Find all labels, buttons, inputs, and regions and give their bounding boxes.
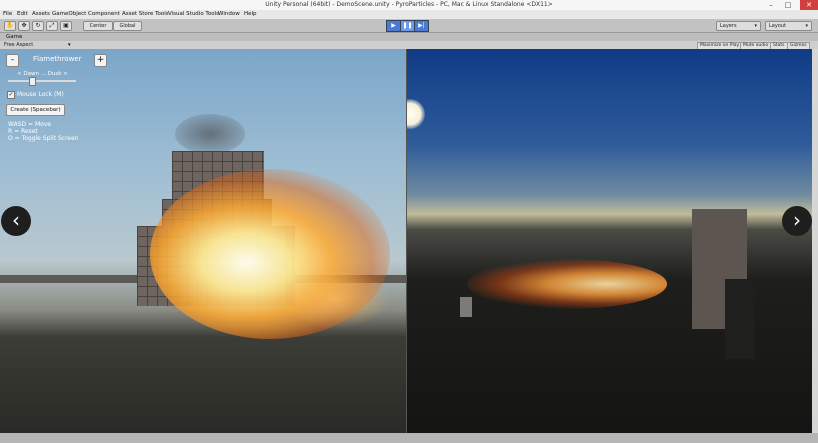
global-local-toggle[interactable]: Global (113, 21, 142, 31)
time-of-day-label: < Dawn ... Dusk > (17, 71, 68, 77)
pause-button[interactable]: ❚❚ (400, 20, 415, 32)
create-button[interactable]: Create (Spacebar) (6, 104, 65, 116)
play-icon: ▶ (391, 22, 396, 29)
menu-window[interactable]: Window (218, 10, 240, 19)
help-split-screen: O = Toggle Split Screen (8, 135, 79, 142)
window-title-bar: Unity Personal (64bit) - DemoScene.unity… (0, 0, 818, 10)
layers-dropdown[interactable]: Layers ▾ (716, 21, 761, 31)
step-icon: ▶| (418, 22, 425, 29)
play-button[interactable]: ▶ (386, 20, 401, 32)
layout-label: Layout (769, 23, 786, 29)
menu-visual-studio-tools[interactable]: Visual Studio Tools (168, 10, 219, 19)
menu-asset-store-tools[interactable]: Asset Store Tools (122, 10, 169, 19)
emitter-object (460, 297, 472, 317)
sun (407, 99, 425, 129)
tab-game[interactable]: Game (6, 33, 22, 41)
next-image-button[interactable]: › (782, 206, 812, 236)
prev-image-button[interactable]: ‹ (1, 206, 31, 236)
scrollbar[interactable] (812, 49, 818, 433)
effect-name: Flamethrower (33, 55, 82, 63)
menu-file[interactable]: File (3, 10, 12, 19)
chevron-down-icon: ▾ (805, 23, 808, 29)
pivot-center-toggle[interactable]: Center (83, 21, 113, 31)
menu-edit[interactable]: Edit (17, 10, 28, 19)
mouse-lock-label: Mouse Lock (M) (17, 91, 64, 98)
slider-thumb[interactable] (28, 77, 36, 86)
fire-tail (280, 269, 390, 329)
previous-effect-button[interactable]: - (6, 54, 19, 67)
global-label: Global (119, 23, 136, 29)
smoke (175, 114, 245, 154)
step-button[interactable]: ▶| (414, 20, 429, 32)
chevron-down-icon: ▾ (754, 23, 757, 29)
chevron-down-icon: ▾ (68, 42, 71, 48)
help-reset: R = Reset (8, 128, 38, 135)
menu-help[interactable]: Help (244, 10, 257, 19)
help-move: WASD = Move (8, 121, 52, 128)
flamethrower-fire-right (467, 259, 667, 309)
pause-icon: ❚❚ (402, 22, 413, 29)
mouse-lock-checkbox[interactable]: ✓ (7, 91, 15, 99)
next-effect-button[interactable]: + (94, 54, 107, 67)
menu-component[interactable]: Component (88, 10, 120, 19)
hand-icon: ✋ (6, 22, 14, 29)
game-tab-strip: Game (0, 33, 818, 41)
scale-icon: ⤢ (49, 22, 55, 29)
rect-icon: ▣ (63, 22, 69, 29)
chevron-right-icon: › (793, 208, 801, 232)
move-tool-button[interactable]: ✥ (18, 21, 30, 31)
close-button[interactable]: ✕ (800, 0, 818, 10)
game-view-left[interactable]: - Flamethrower + < Dawn ... Dusk > ✓ Mou… (0, 49, 406, 433)
window-title: Unity Personal (64bit) - DemoScene.unity… (265, 1, 553, 8)
toolbar: ✋ ✥ ↻ ⤢ ▣ Center Global ▶ ❚❚ ▶| Layers ▾ … (0, 19, 818, 33)
layers-label: Layers (720, 23, 737, 29)
status-bar (0, 433, 818, 443)
scale-tool-button[interactable]: ⤢ (46, 21, 58, 31)
aspect-dropdown[interactable]: Free Aspect (4, 41, 33, 49)
minimize-button[interactable]: – (764, 0, 778, 10)
checkmark-icon: ✓ (8, 91, 14, 98)
rect-tool-button[interactable]: ▣ (60, 21, 72, 31)
menu-assets[interactable]: Assets (32, 10, 50, 19)
chevron-left-icon: ‹ (12, 208, 20, 232)
menu-bar: File Edit Assets GameObject Component As… (0, 10, 818, 19)
maximize-button[interactable]: □ (781, 0, 795, 10)
block-wall-shadow (725, 279, 755, 359)
game-view-right[interactable]: › (407, 49, 812, 433)
rotate-tool-button[interactable]: ↻ (32, 21, 44, 31)
move-icon: ✥ (21, 22, 27, 29)
menu-gameobject[interactable]: GameObject (52, 10, 86, 19)
rotate-icon: ↻ (35, 22, 41, 29)
time-of-day-slider[interactable] (8, 77, 76, 86)
center-label: Center (89, 23, 107, 29)
layout-dropdown[interactable]: Layout ▾ (765, 21, 812, 31)
hand-tool-button[interactable]: ✋ (4, 21, 16, 31)
